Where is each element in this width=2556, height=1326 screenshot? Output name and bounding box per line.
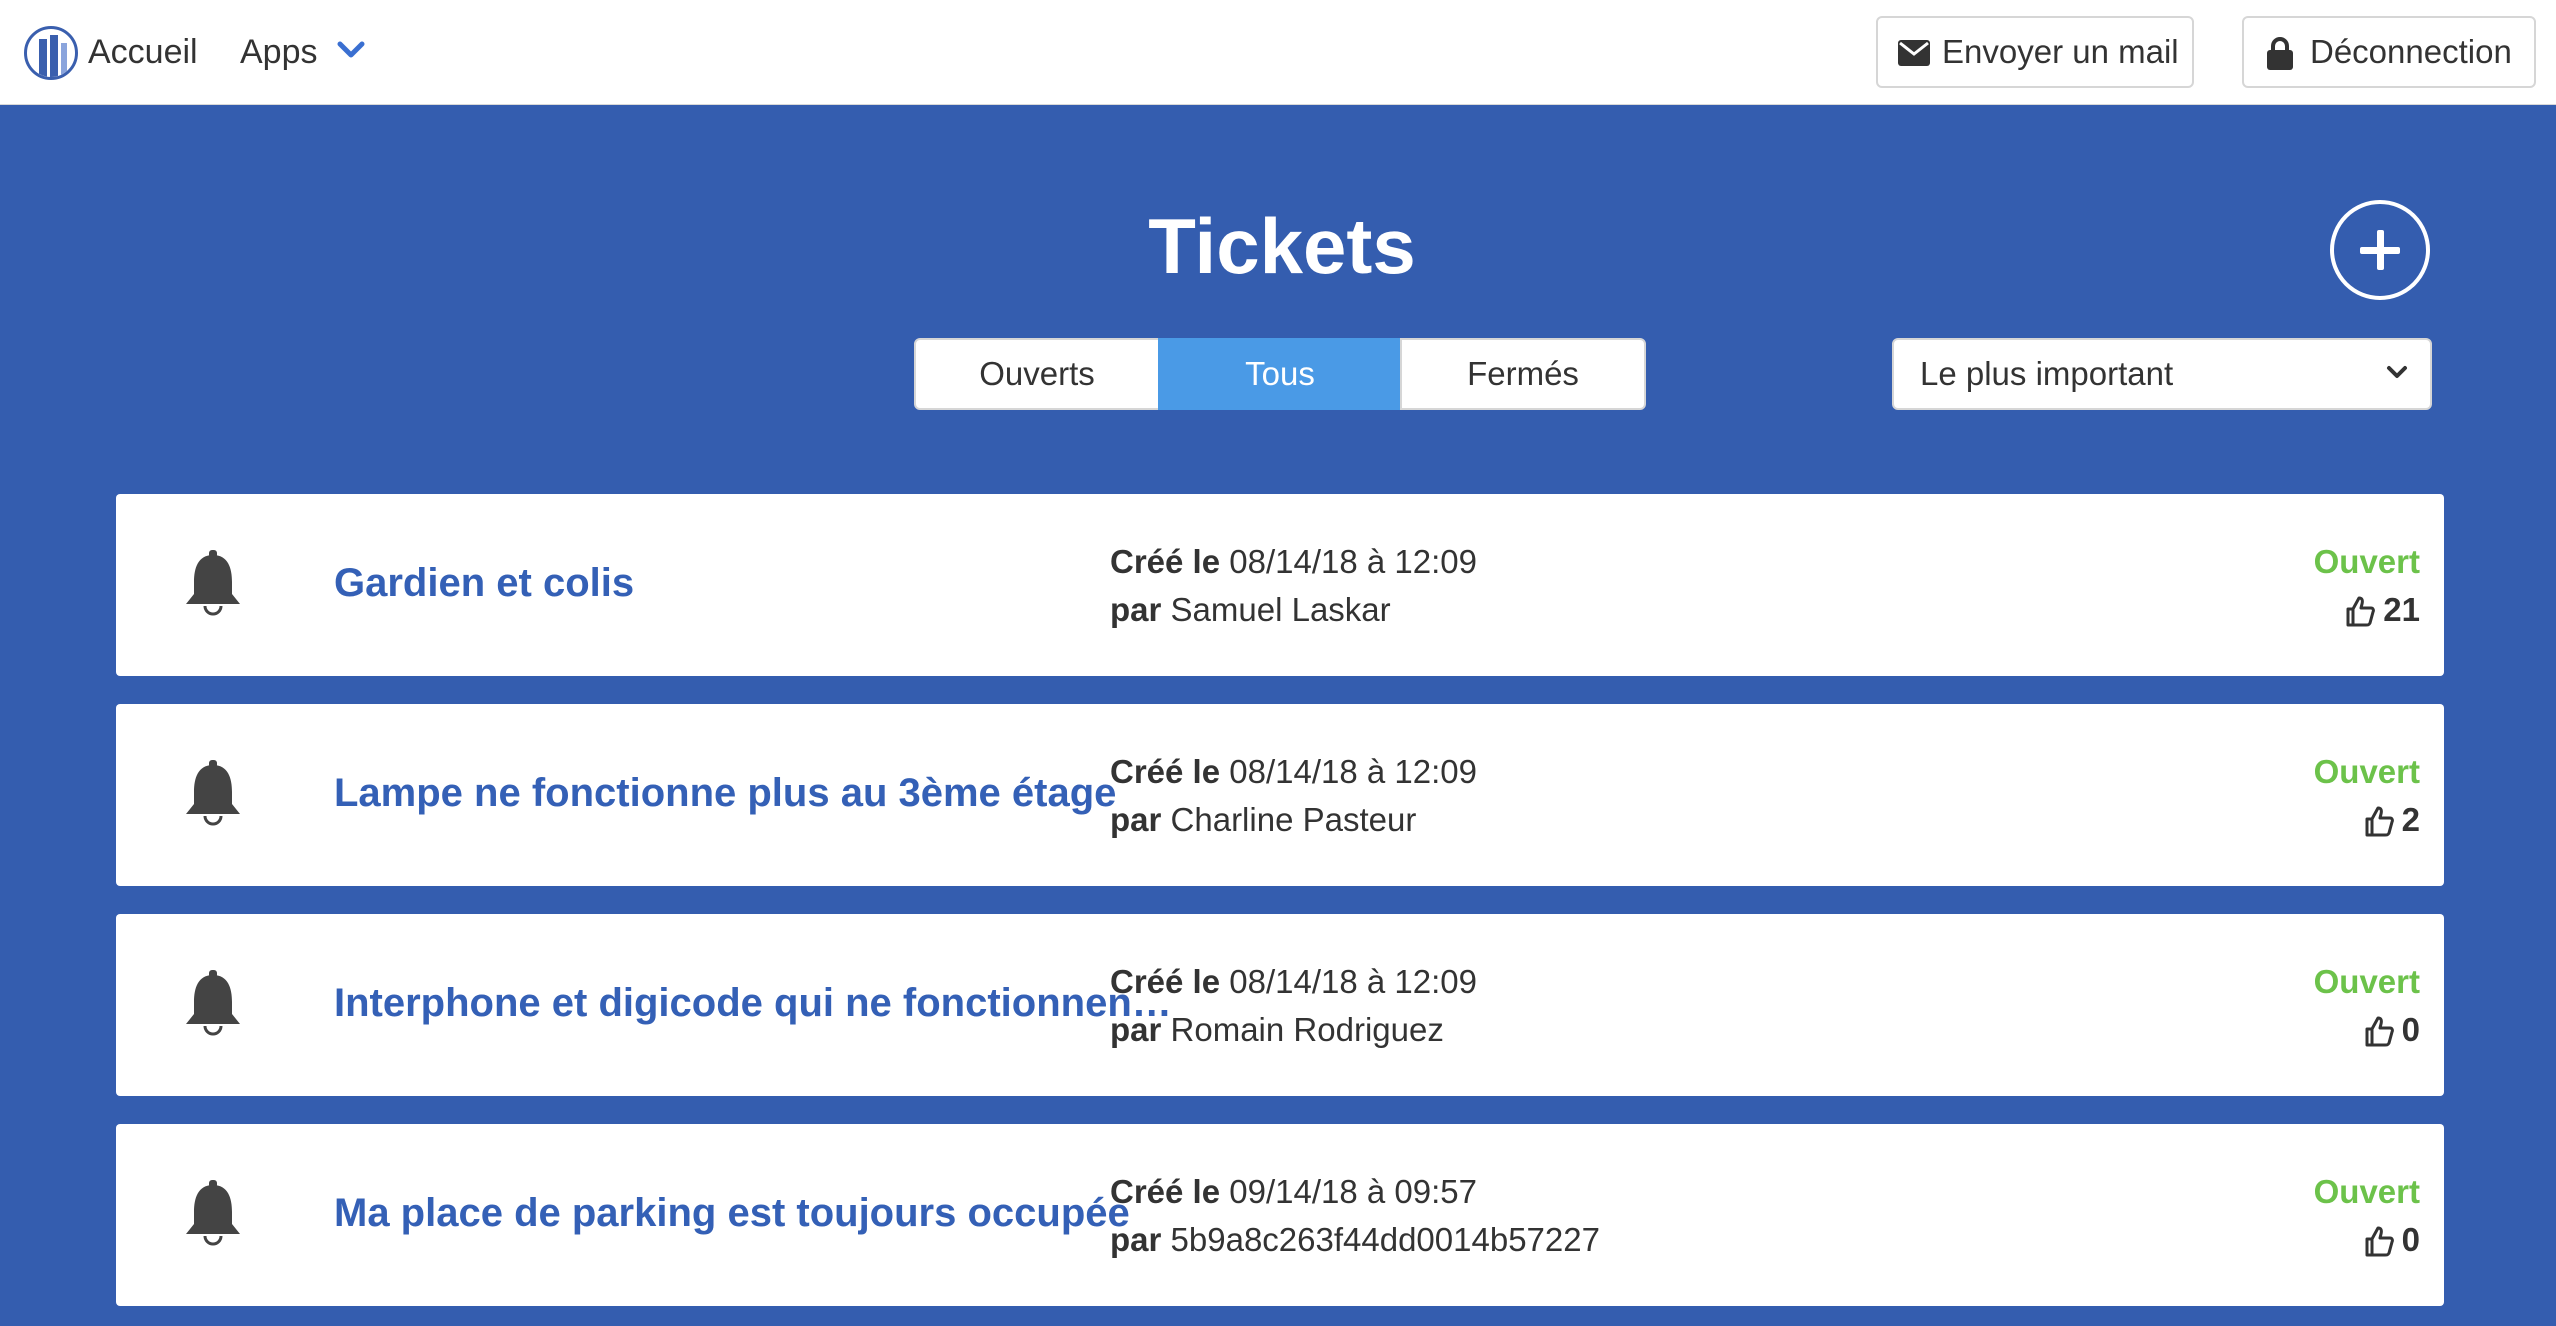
- ticket-card[interactable]: Gardien et colis Créé le 08/14/18 à 12:0…: [116, 494, 2444, 676]
- vote-count[interactable]: 0: [2364, 1008, 2420, 1052]
- tab-closed[interactable]: Fermés: [1400, 338, 1646, 410]
- ticket-author: par Romain Rodriguez: [1110, 1011, 1444, 1048]
- lock-icon: [2267, 37, 2293, 70]
- sort-selected-value: Le plus important: [1920, 355, 2174, 392]
- vote-number: 0: [2401, 1011, 2420, 1048]
- status-badge: Ouvert: [2313, 1173, 2420, 1210]
- status-badge: Ouvert: [2313, 753, 2420, 790]
- ticket-title[interactable]: Interphone et digicode qui ne fonctionne…: [334, 978, 1174, 1028]
- nav-home-link[interactable]: Accueil: [88, 32, 198, 72]
- logout-label: Déconnection: [2310, 33, 2512, 70]
- ticket-title[interactable]: Lampe ne fonctionne plus au 3ème étage: [334, 768, 1174, 818]
- vote-number: 21: [2383, 591, 2420, 628]
- bell-icon: [186, 970, 240, 1036]
- vote-count[interactable]: 21: [2345, 588, 2420, 632]
- nav-apps-menu[interactable]: Apps: [240, 32, 318, 72]
- envelope-icon: [1898, 40, 1930, 66]
- thumbs-up-icon[interactable]: [2345, 595, 2376, 627]
- vote-count[interactable]: 0: [2364, 1218, 2420, 1262]
- ticket-author: par 5b9a8c263f44dd0014b57227: [1110, 1221, 1600, 1258]
- bell-icon: [186, 1180, 240, 1246]
- tab-all[interactable]: Tous: [1158, 338, 1402, 410]
- chevron-down-icon[interactable]: [336, 38, 366, 62]
- top-navbar: Accueil Apps Envoyer un mail Déconnectio…: [0, 0, 2556, 105]
- vote-count[interactable]: 2: [2364, 798, 2420, 842]
- ticket-title[interactable]: Ma place de parking est toujours occupée: [334, 1188, 1174, 1238]
- bell-icon: [186, 550, 240, 616]
- ticket-created: Créé le 09/14/18 à 09:57: [1110, 1173, 1477, 1210]
- ticket-title[interactable]: Gardien et colis: [334, 558, 1174, 608]
- vote-number: 0: [2401, 1221, 2420, 1258]
- chevron-down-icon: [2387, 366, 2407, 378]
- thumbs-up-icon[interactable]: [2364, 1225, 2394, 1257]
- ticket-created: Créé le 08/14/18 à 12:09: [1110, 753, 1477, 790]
- app-logo-icon[interactable]: [24, 26, 78, 80]
- page-title: Tickets: [1148, 202, 1416, 290]
- ticket-author: par Charline Pasteur: [1110, 801, 1417, 838]
- thumbs-up-icon[interactable]: [2364, 805, 2394, 837]
- sort-select[interactable]: Le plus important: [1892, 338, 2432, 410]
- send-mail-button[interactable]: Envoyer un mail: [1876, 16, 2194, 88]
- ticket-card[interactable]: Lampe ne fonctionne plus au 3ème étage C…: [116, 704, 2444, 886]
- ticket-author: par Samuel Laskar: [1110, 591, 1391, 628]
- ticket-card[interactable]: Interphone et digicode qui ne fonctionne…: [116, 914, 2444, 1096]
- send-mail-label: Envoyer un mail: [1942, 33, 2179, 70]
- status-badge: Ouvert: [2313, 543, 2420, 580]
- status-badge: Ouvert: [2313, 963, 2420, 1000]
- vote-number: 2: [2401, 801, 2420, 838]
- tab-open[interactable]: Ouverts: [914, 338, 1160, 410]
- add-ticket-button[interactable]: [2330, 200, 2430, 300]
- thumbs-up-icon[interactable]: [2364, 1015, 2394, 1047]
- logout-button[interactable]: Déconnection: [2242, 16, 2536, 88]
- ticket-created: Créé le 08/14/18 à 12:09: [1110, 963, 1477, 1000]
- ticket-card[interactable]: Ma place de parking est toujours occupée…: [116, 1124, 2444, 1306]
- bell-icon: [186, 760, 240, 826]
- ticket-created: Créé le 08/14/18 à 12:09: [1110, 543, 1477, 580]
